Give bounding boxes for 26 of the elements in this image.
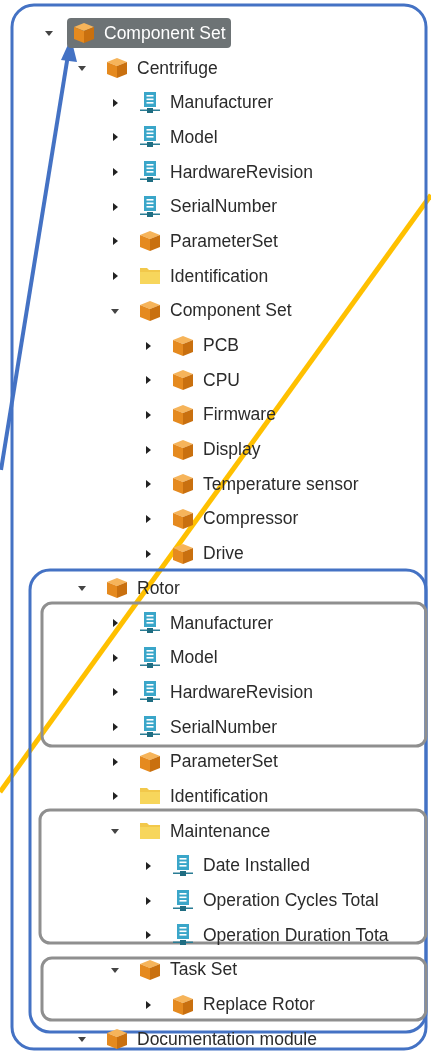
tree-item[interactable]: Maintenance xyxy=(133,816,276,847)
tree-item[interactable]: Model xyxy=(133,642,223,673)
tree-item[interactable]: ParameterSet xyxy=(133,226,283,257)
tree-item[interactable]: Documentation module xyxy=(100,1024,322,1053)
tree-item[interactable]: Identification xyxy=(133,781,274,812)
tree-item[interactable]: CPU xyxy=(166,365,245,396)
tree-item[interactable]: Operation Duration Tota xyxy=(166,920,394,951)
tree-item[interactable]: Date Installed xyxy=(166,850,315,881)
tree-item[interactable]: Drive xyxy=(166,538,249,569)
tree-item[interactable]: Operation Cycles Total xyxy=(166,885,384,916)
tree-item[interactable]: PCB xyxy=(166,330,244,361)
tree-item[interactable]: Manufacturer xyxy=(133,608,279,639)
tree-item[interactable]: Component Set xyxy=(133,295,297,326)
tree-item[interactable]: SerialNumber xyxy=(133,191,282,222)
tree-item[interactable]: HardwareRevision xyxy=(133,157,318,188)
tree-item[interactable]: Manufacturer xyxy=(133,87,279,118)
tree-item[interactable]: Centrifuge xyxy=(100,53,223,84)
tree-item[interactable]: Component Set xyxy=(67,18,231,49)
tree-item[interactable]: Replace Rotor xyxy=(166,989,320,1020)
tree-item[interactable]: Compressor xyxy=(166,503,304,534)
tree-item[interactable]: ParameterSet xyxy=(133,746,283,777)
tree-item[interactable]: HardwareRevision xyxy=(133,677,318,708)
tree-item[interactable]: SerialNumber xyxy=(133,712,282,743)
tree-item[interactable]: Task Set xyxy=(133,954,243,985)
tree-item[interactable]: Model xyxy=(133,122,223,153)
tree-item[interactable]: Identification xyxy=(133,261,274,292)
